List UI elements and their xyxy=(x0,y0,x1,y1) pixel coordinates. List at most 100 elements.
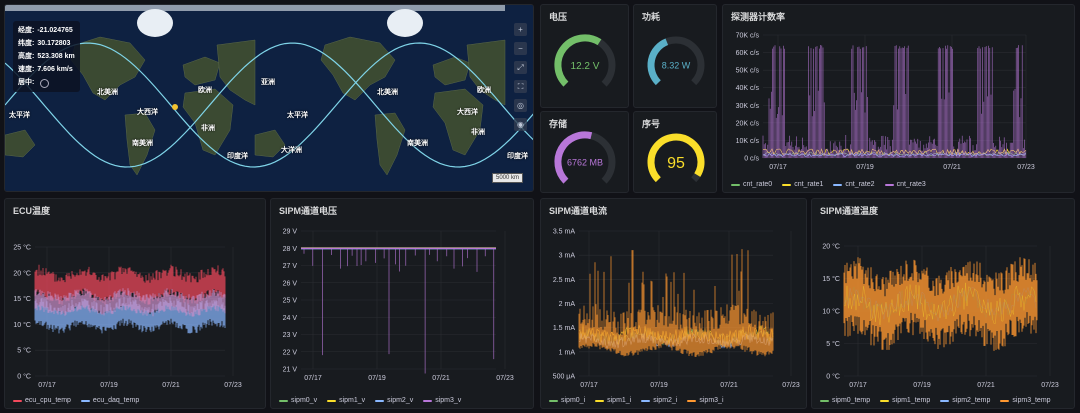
x-tick-label: 07/17 xyxy=(38,382,56,389)
map-label-pa2: 太平洋 xyxy=(287,112,308,119)
y-tick-label: 23 V xyxy=(283,332,298,339)
info-value: -21.024765 xyxy=(37,27,73,34)
map-label-sa2: 南美洲 xyxy=(407,140,428,147)
map-label-af1: 非洲 xyxy=(201,125,215,132)
greenland-ice-1 xyxy=(137,9,173,37)
ecu-temperature-chart[interactable]: 0 °C 5 °C 10 °C 15 °C 20 °C 25 °C 07/17 07/19 07… xyxy=(5,199,266,409)
detector-legend[interactable]: cnt_rate0 cnt_rate1 cnt_rate2 cnt_rate3 xyxy=(731,181,926,188)
legend-item-sipm1_temp[interactable]: sipm1_temp xyxy=(880,397,930,404)
x-tick-label: 07/21 xyxy=(432,375,450,382)
storage-panel[interactable]: 存储 6762 MB xyxy=(540,111,629,193)
detector-count-rate-panel[interactable]: 探测器计数率 0 c/s 10K c/s 20K c/s 30K c/s 40K c/s… xyxy=(722,4,1075,193)
legend-item-sipm1_v[interactable]: sipm1_v xyxy=(327,397,365,404)
legend-item-ecu_daq_temp[interactable]: ecu_daq_temp xyxy=(80,397,140,404)
ecu-temperature-panel[interactable]: ECU温度 0 °C 5 °C 10 °C 15 °C 20 °C 25 °C 07/17 0… xyxy=(4,198,266,409)
legend-item-sipm1_i[interactable]: sipm1_i xyxy=(595,397,631,404)
y-tick-label: 2 mA xyxy=(559,301,576,308)
y-tick-label: 15 °C xyxy=(822,275,840,283)
legend-item-sipm2_temp[interactable]: sipm2_temp xyxy=(940,397,990,404)
sipm-voltage-chart[interactable]: 21 V 22 V 23 V 24 V 25 V 26 V 27 V 28 V 29 V 07/1… xyxy=(271,199,534,409)
x-tick-label: 07/21 xyxy=(162,382,180,389)
legend-item-sipm3_v[interactable]: sipm3_v xyxy=(423,397,461,404)
info-label: 纬度: xyxy=(18,40,35,47)
x-tick-label: 07/17 xyxy=(769,164,787,171)
x-tick-label: 07/17 xyxy=(580,382,598,389)
power-panel[interactable]: 功耗 8.32 W xyxy=(633,4,717,108)
legend-item-cnt_rate1[interactable]: cnt_rate1 xyxy=(782,181,823,188)
greenland-ice-2 xyxy=(387,9,423,37)
locate-icon[interactable]: ◎ xyxy=(514,99,527,112)
x-tick-label: 07/21 xyxy=(943,164,961,171)
y-tick-label: 15 °C xyxy=(13,295,31,303)
legend-item-sipm2_v[interactable]: sipm2_v xyxy=(375,397,413,404)
sipm-voltage-panel[interactable]: SIPM通道电压 21 V 22 V 23 V 24 V 25 V 26 V 27 V 28 … xyxy=(270,198,534,409)
info-value: 30.172803 xyxy=(37,40,71,47)
legend-item-cnt_rate0[interactable]: cnt_rate0 xyxy=(731,181,772,188)
y-tick-label: 26 V xyxy=(283,280,298,287)
fullscreen-icon[interactable]: ⛶ xyxy=(514,80,527,93)
voltage-gauge: 12.2 V xyxy=(554,34,616,87)
position-info-row: 经度: -21.024765 xyxy=(18,24,75,37)
y-tick-label: 40K c/s xyxy=(736,85,760,92)
x-tick-label: 07/23 xyxy=(782,382,800,389)
x-tick-label: 07/21 xyxy=(977,382,995,389)
legend-item-cnt_rate3[interactable]: cnt_rate3 xyxy=(884,181,926,188)
y-tick-label: 10K c/s xyxy=(736,138,760,145)
legend-item-sipm0_temp[interactable]: sipm0_temp xyxy=(820,397,870,404)
legend-label: sipm3_v xyxy=(435,397,462,404)
x-tick-label: 07/19 xyxy=(100,382,118,389)
sipm-temperature-chart[interactable]: 0 °C 5 °C 10 °C 15 °C 20 °C 07/17 07/19 07/21 07… xyxy=(812,199,1075,409)
x-tick-label: 07/23 xyxy=(224,382,242,389)
y-tick-label: 5 °C xyxy=(826,340,840,348)
fit-bounds-icon[interactable]: ⤢ xyxy=(514,61,527,74)
x-tick-label: 07/23 xyxy=(1041,382,1059,389)
layer-icon[interactable]: ◉ xyxy=(514,118,527,131)
sipm-current-chart[interactable]: 500 μA 1 mA 1.5 mA 2 mA 2.5 mA 3 mA 3.5 mA 07/1… xyxy=(541,199,807,409)
map-label-at2: 大西洋 xyxy=(457,109,478,116)
sequence-gauge: 95 xyxy=(647,133,705,183)
sipm-current-panel[interactable]: SIPM通道电流 500 μA 1 mA 1.5 mA 2 mA 2.5 mA 3 mA 3… xyxy=(540,198,807,409)
zoom-out-icon[interactable]: − xyxy=(514,42,527,55)
legend-label: sipm2_i xyxy=(653,397,678,404)
legend-swatch xyxy=(13,399,22,402)
world-map[interactable] xyxy=(5,5,534,192)
center-toggle-icon[interactable] xyxy=(40,79,50,88)
y-tick-label: 29 V xyxy=(283,229,298,236)
y-tick-label: 70K c/s xyxy=(736,33,760,40)
info-label: 居中: xyxy=(18,79,35,86)
x-tick-label: 07/19 xyxy=(913,382,931,389)
sipm-temperature-legend[interactable]: sipm0_temp sipm1_temp sipm2_temp sipm3_temp xyxy=(820,397,1051,404)
y-tick-label: 22 V xyxy=(283,349,298,356)
map-label-pa1: 太平洋 xyxy=(9,112,30,119)
legend-label: sipm1_i xyxy=(607,397,632,404)
y-tick-label: 50K c/s xyxy=(736,68,760,75)
ecu-legend[interactable]: ecu_cpu_temp ecu_daq_temp xyxy=(13,397,139,404)
series-line-sipm3_i xyxy=(578,249,774,357)
storage-value: 6762 MB xyxy=(567,157,603,167)
map-label-as1: 亚洲 xyxy=(261,79,275,86)
y-tick-label: 21 V xyxy=(283,367,298,374)
legend-item-sipm3_i[interactable]: sipm3_i xyxy=(687,397,724,404)
sipm-voltage-dips xyxy=(303,248,495,374)
y-tick-label: 30K c/s xyxy=(736,103,760,110)
legend-label: sipm2_temp xyxy=(952,397,991,404)
legend-label: ecu_daq_temp xyxy=(92,397,140,404)
legend-swatch xyxy=(880,399,890,402)
map-panel[interactable]: 北美洲 大西洋 欧洲 亚洲 非洲 南美洲 印度洋 太平洋 太平洋 大洋洲 北美洲 大西洋 欧洲 非洲 南美洲… xyxy=(4,4,534,192)
legend-item-sipm3_temp[interactable]: sipm3_temp xyxy=(1000,397,1051,404)
zoom-in-icon[interactable]: + xyxy=(514,23,527,36)
sequence-panel[interactable]: 序号 95 xyxy=(633,111,717,193)
voltage-panel[interactable]: 电压 12.2 V xyxy=(540,4,629,108)
sipm-current-legend[interactable]: sipm0_i sipm1_i sipm2_i sipm3_i xyxy=(549,397,724,404)
legend-swatch xyxy=(1000,399,1010,402)
sipm-voltage-legend[interactable]: sipm0_v sipm1_v sipm2_v sipm3_v xyxy=(279,397,461,404)
legend-item-sipm0_v[interactable]: sipm0_v xyxy=(279,397,317,404)
legend-item-sipm0_i[interactable]: sipm0_i xyxy=(549,397,585,404)
y-tick-label: 24 V xyxy=(283,315,298,322)
detector-count-rate-chart[interactable]: 0 c/s 10K c/s 20K c/s 30K c/s 40K c/s 50K c/s… xyxy=(723,5,1075,193)
legend-item-cnt_rate2[interactable]: cnt_rate2 xyxy=(833,181,875,188)
sipm-temperature-panel[interactable]: SIPM通道温度 0 °C 5 °C 10 °C 15 °C 20 °C 07/17 07/… xyxy=(811,198,1075,409)
legend-item-sipm2_i[interactable]: sipm2_i xyxy=(641,397,677,404)
legend-item-ecu_cpu_temp[interactable]: ecu_cpu_temp xyxy=(13,397,71,404)
legend-label: sipm1_v xyxy=(339,397,366,404)
